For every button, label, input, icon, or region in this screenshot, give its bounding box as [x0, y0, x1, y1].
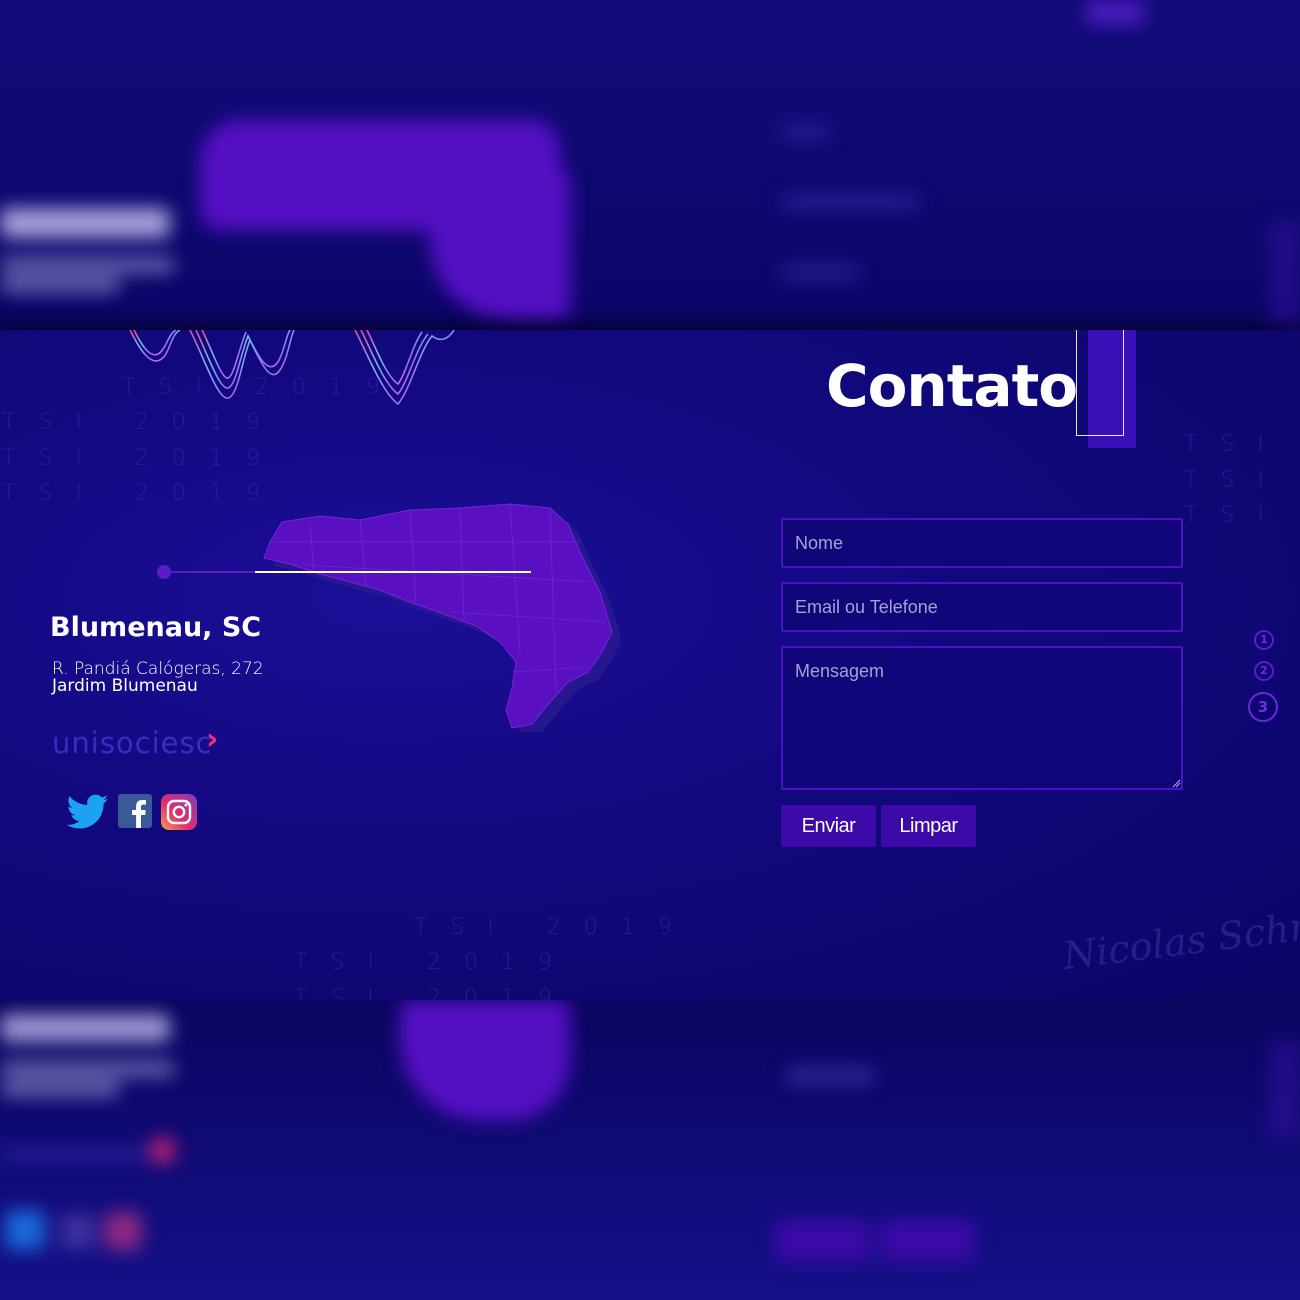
- brand-logo: unisociesc: [52, 726, 213, 760]
- instagram-link[interactable]: [161, 794, 197, 834]
- message-textarea[interactable]: [781, 646, 1183, 790]
- instagram-icon: [161, 794, 197, 830]
- clear-button[interactable]: Limpar: [881, 805, 976, 847]
- decor-grid-bottom: TSI 2019TSI 2019TSI 2019TSI 2019: [294, 914, 695, 1001]
- page-indicator-3[interactable]: 3: [1248, 692, 1278, 722]
- previous-section-blurred: [0, 0, 1300, 330]
- email-phone-input[interactable]: [781, 582, 1183, 632]
- page-indicator-2[interactable]: 2: [1254, 661, 1274, 681]
- address-line-2: Jardim Blumenau: [52, 676, 198, 696]
- submit-button[interactable]: Enviar: [781, 805, 876, 847]
- page-indicator-1[interactable]: 1: [1254, 630, 1274, 650]
- title-accent-outline: [1076, 330, 1124, 436]
- decor-grid-right: TSITSITSITSI: [1184, 432, 1287, 528]
- state-map: [263, 503, 620, 732]
- facebook-link[interactable]: [118, 794, 152, 834]
- resize-grip-icon[interactable]: [1171, 778, 1181, 788]
- page-title: Contato: [826, 352, 1078, 420]
- name-input[interactable]: [781, 518, 1183, 568]
- next-section-blurred: [0, 1000, 1300, 1300]
- city-name: Blumenau, SC: [50, 612, 262, 643]
- location-connector: [157, 565, 531, 579]
- facebook-icon: [118, 794, 152, 828]
- author-signature: Nicolas Schmidt: [1060, 895, 1300, 979]
- wave-decoration: [129, 330, 455, 406]
- twitter-link[interactable]: [66, 794, 109, 834]
- contact-section: TSI 2019 TSI 2019 TSI 2019 TSI 2019 TSI 201…: [0, 330, 1300, 1000]
- brand-chevron-icon: ›: [206, 722, 219, 757]
- twitter-icon: [66, 794, 109, 829]
